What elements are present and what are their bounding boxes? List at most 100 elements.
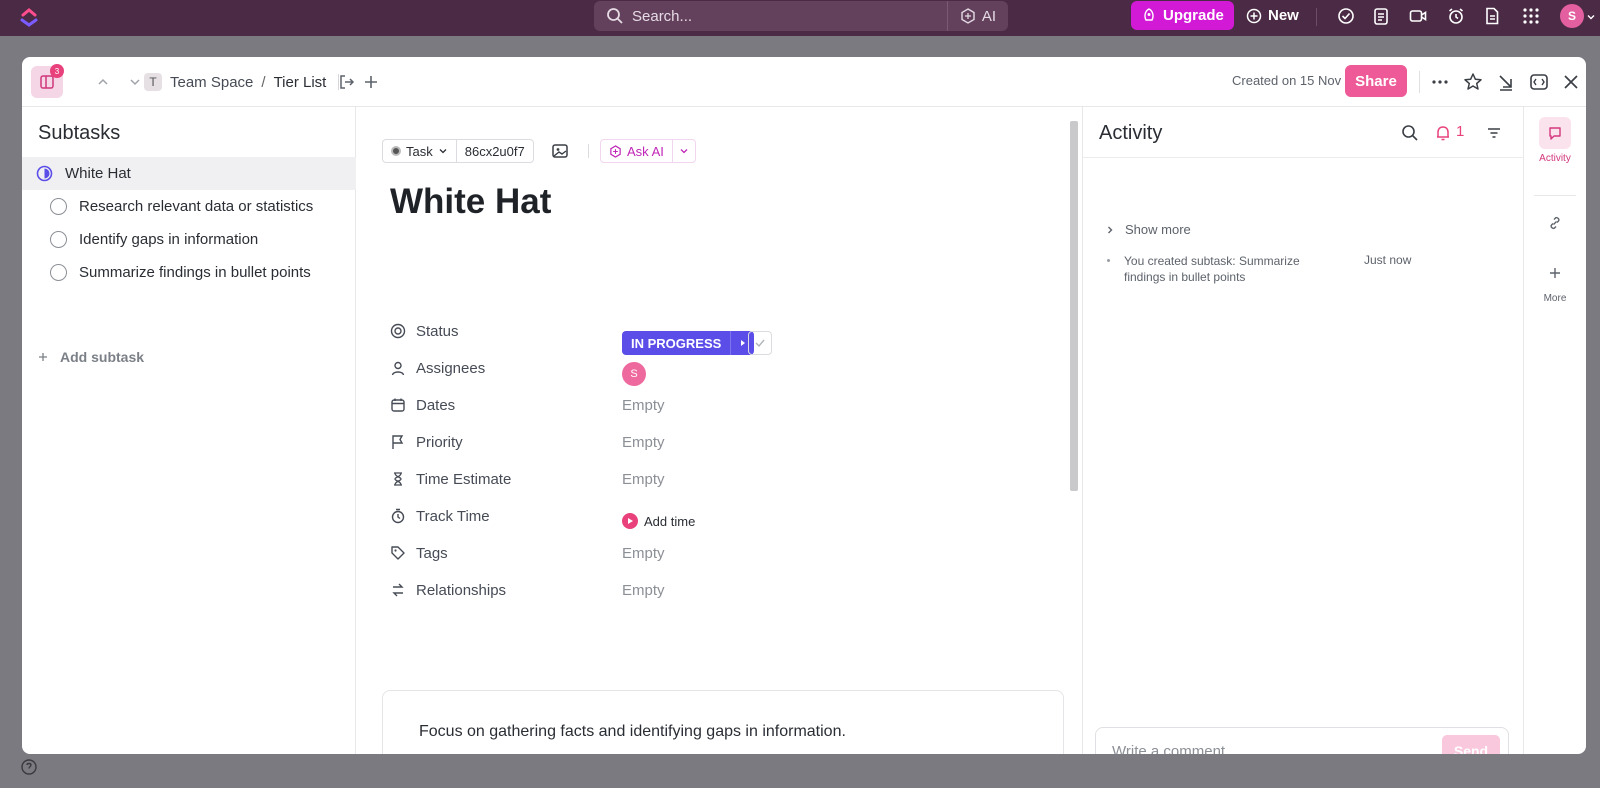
time-estimate-value[interactable]: Empty bbox=[622, 466, 665, 492]
check-circle-icon[interactable] bbox=[1336, 6, 1356, 26]
play-icon bbox=[622, 513, 638, 529]
subtask-row[interactable]: Identify gaps in information bbox=[22, 223, 356, 256]
space-avatar[interactable]: T bbox=[144, 73, 162, 91]
help-icon[interactable] bbox=[20, 758, 38, 776]
task-title[interactable]: White Hat bbox=[390, 182, 551, 222]
upgrade-button[interactable]: Upgrade bbox=[1131, 1, 1234, 30]
bell-icon[interactable] bbox=[1434, 124, 1452, 142]
add-time-button[interactable]: Add time bbox=[622, 508, 695, 534]
notepad-icon[interactable] bbox=[1371, 6, 1391, 26]
video-icon[interactable] bbox=[1408, 6, 1428, 26]
star-icon[interactable] bbox=[1462, 71, 1484, 93]
add-time-label: Add time bbox=[644, 513, 696, 529]
subtask-row[interactable]: Research relevant data or statistics bbox=[22, 190, 356, 223]
relationships-value[interactable]: Empty bbox=[622, 577, 665, 603]
breadcrumb-list[interactable]: Tier List bbox=[274, 74, 327, 91]
chevron-up-icon[interactable] bbox=[94, 73, 112, 91]
new-label: New bbox=[1268, 7, 1299, 24]
rocket-icon bbox=[1144, 7, 1154, 21]
in-progress-status-icon[interactable] bbox=[36, 165, 53, 182]
property-label: Time Estimate bbox=[416, 470, 512, 488]
move-task-icon[interactable] bbox=[336, 71, 358, 93]
ask-ai-dropdown[interactable] bbox=[673, 144, 695, 159]
activity-header-divider bbox=[1083, 157, 1524, 158]
subtasks-toggle-button[interactable]: 3 bbox=[31, 64, 64, 98]
ask-ai-button[interactable]: Ask AI bbox=[600, 139, 696, 163]
tags-value[interactable]: Empty bbox=[622, 540, 665, 566]
dates-value[interactable]: Empty bbox=[622, 392, 665, 418]
document-icon[interactable] bbox=[1482, 6, 1502, 26]
apps-grid-icon[interactable] bbox=[1521, 6, 1541, 26]
user-avatar[interactable]: S bbox=[1560, 4, 1584, 28]
clickup-logo-icon[interactable] bbox=[18, 6, 40, 28]
property-assignees: Assignees bbox=[390, 355, 790, 381]
property-label: Relationships bbox=[416, 581, 507, 599]
rail-more[interactable]: More bbox=[1524, 257, 1586, 304]
subtask-label: Research relevant data or statistics bbox=[79, 198, 314, 215]
notification-count[interactable]: 1 bbox=[1456, 123, 1464, 140]
close-icon[interactable] bbox=[1560, 71, 1582, 93]
property-priority: Priority bbox=[390, 429, 790, 455]
more-horizontal-icon[interactable] bbox=[1429, 71, 1451, 93]
chevron-down-icon bbox=[680, 148, 688, 153]
property-dates: Dates bbox=[390, 392, 790, 418]
ai-button[interactable]: AI bbox=[946, 1, 1008, 31]
search-placeholder[interactable]: Search... bbox=[632, 8, 947, 25]
property-label: Status bbox=[416, 322, 459, 340]
send-button[interactable]: Send bbox=[1442, 735, 1500, 754]
flag-icon bbox=[392, 435, 404, 449]
property-label: Dates bbox=[416, 396, 456, 414]
filter-icon[interactable] bbox=[1485, 124, 1503, 142]
property-track-time: Track Time bbox=[390, 503, 790, 529]
share-button[interactable]: Share bbox=[1345, 65, 1407, 97]
search-icon[interactable] bbox=[1401, 124, 1419, 142]
expand-icon[interactable] bbox=[1528, 71, 1550, 93]
chevron-down-icon[interactable] bbox=[1586, 12, 1596, 22]
add-subtask-button[interactable]: Add subtask bbox=[38, 349, 144, 365]
task-id[interactable]: 86cx2u0f7 bbox=[457, 140, 533, 162]
breadcrumb-space[interactable]: Team Space bbox=[170, 74, 253, 91]
plus-icon bbox=[1539, 257, 1571, 289]
description-box[interactable]: Focus on gathering facts and identifying… bbox=[382, 690, 1064, 754]
subtasks-title: Subtasks bbox=[38, 122, 121, 144]
task-description[interactable]: Focus on gathering facts and identifying… bbox=[419, 723, 846, 741]
task-type-selector[interactable]: Task 86cx2u0f7 bbox=[382, 139, 534, 163]
header-divider bbox=[1419, 71, 1420, 93]
show-more-button[interactable]: Show more bbox=[1105, 222, 1191, 237]
cover-image-icon[interactable] bbox=[550, 141, 570, 161]
alarm-clock-icon[interactable] bbox=[1446, 6, 1466, 26]
main-scrollbar[interactable] bbox=[1070, 121, 1078, 491]
user-icon bbox=[391, 361, 405, 376]
comment-box[interactable]: Write a comment... Send bbox=[1095, 727, 1509, 754]
add-icon[interactable] bbox=[360, 71, 382, 93]
mark-complete-button[interactable] bbox=[748, 331, 772, 355]
status-value[interactable]: IN PROGRESS bbox=[622, 331, 730, 355]
plus-circle-icon bbox=[1246, 8, 1262, 23]
assignee-avatar[interactable]: S bbox=[622, 362, 646, 386]
subtask-row[interactable]: White Hat bbox=[22, 157, 356, 190]
priority-value[interactable]: Empty bbox=[622, 429, 665, 455]
chevron-down-icon[interactable] bbox=[126, 73, 144, 91]
subtask-row[interactable]: Summarize findings in bullet points bbox=[22, 256, 356, 289]
activity-bullet bbox=[1107, 259, 1110, 262]
activity-panel: Activity 1 Show more You created subtask… bbox=[1082, 107, 1524, 754]
ask-ai-main[interactable]: Ask AI bbox=[601, 140, 673, 162]
todo-status-icon[interactable] bbox=[50, 198, 67, 215]
property-label: Priority bbox=[416, 433, 463, 451]
rail-links[interactable] bbox=[1524, 207, 1586, 239]
todo-status-icon[interactable] bbox=[50, 231, 67, 248]
status-icon bbox=[390, 323, 406, 339]
new-button[interactable]: New bbox=[1246, 1, 1299, 30]
comment-input[interactable]: Write a comment... bbox=[1112, 743, 1442, 755]
caret-right-icon bbox=[740, 340, 745, 346]
show-more-label: Show more bbox=[1125, 222, 1191, 237]
rail-activity[interactable]: Activity bbox=[1524, 117, 1586, 164]
status-pill[interactable]: IN PROGRESS bbox=[622, 331, 755, 355]
minimize-arrow-icon[interactable] bbox=[1495, 71, 1517, 93]
task-type-dropdown[interactable]: Task bbox=[383, 140, 457, 162]
global-search[interactable]: Search... AI bbox=[594, 1, 1008, 31]
check-icon bbox=[755, 339, 765, 348]
todo-status-icon[interactable] bbox=[50, 264, 67, 281]
chevron-right-icon bbox=[1108, 226, 1113, 233]
activity-entry: You created subtask: Summarize findings … bbox=[1107, 253, 1497, 285]
